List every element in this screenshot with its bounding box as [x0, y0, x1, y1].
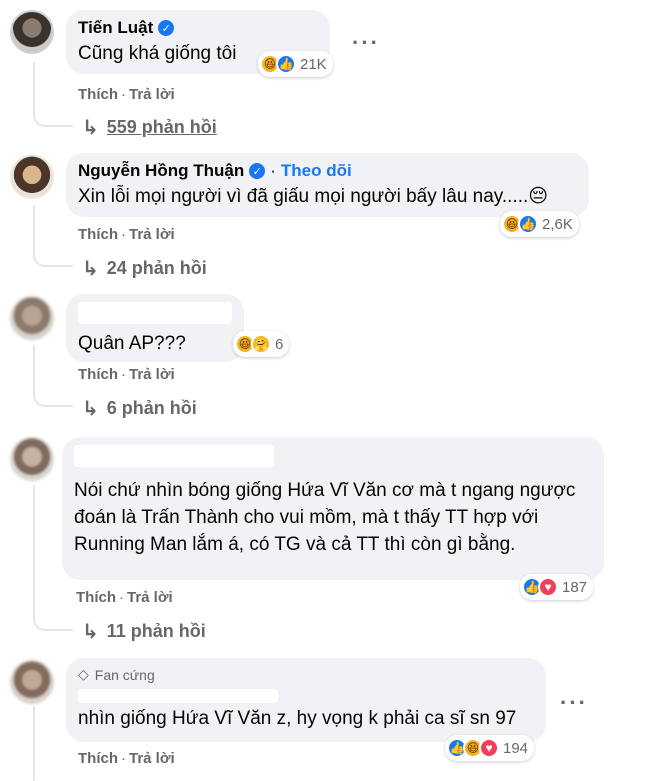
- comment-actions: Thích · Trả lời: [78, 750, 175, 767]
- more-options-icon[interactable]: ···: [560, 690, 588, 716]
- thread-line: [33, 62, 73, 127]
- verified-icon: ✓: [158, 20, 175, 36]
- comment-bubble: ◇ Fan cứng nhìn giống Hứa Vĩ Văn z, hy v…: [66, 658, 546, 742]
- avatar[interactable]: [10, 10, 54, 54]
- comment-text: Nói chứ nhìn bóng giống Hứa Vĩ Văn cơ mà…: [74, 480, 576, 555]
- comment-text: Quân AP???: [78, 333, 186, 354]
- redacted-author: [78, 689, 278, 703]
- replies-count: 24 phản hồi: [106, 258, 207, 278]
- reaction-summary[interactable]: 👍 ♥ 187: [520, 574, 594, 600]
- love-icon: ♥: [479, 738, 499, 758]
- reply-arrow-icon: ↳: [82, 398, 99, 420]
- comment-bubble: Nguyễn Hồng Thuận ✓ · Theo dõi Xin lỗi m…: [66, 153, 589, 217]
- view-replies[interactable]: ↳ 11 phản hồi: [82, 619, 206, 644]
- comment-bubble: Nói chứ nhìn bóng giống Hứa Vĩ Văn cơ mà…: [62, 437, 604, 580]
- comment-author[interactable]: Tiến Luật: [78, 18, 153, 38]
- avatar[interactable]: [10, 437, 54, 481]
- diamond-icon: ◇: [78, 666, 89, 682]
- reply-link[interactable]: Trả lời: [129, 226, 175, 243]
- like-icon: 👍: [276, 54, 296, 74]
- reply-link[interactable]: Trả lời: [127, 589, 173, 606]
- reaction-summary[interactable]: 👍 😆 ♥ 194: [445, 735, 535, 761]
- comment-author[interactable]: Nguyễn Hồng Thuận: [78, 161, 244, 181]
- reply-link[interactable]: Trả lời: [129, 86, 175, 103]
- follow-button[interactable]: Theo dõi: [281, 161, 352, 181]
- comment-text: Xin lỗi mọi người vì đã giấu mọi người b…: [78, 186, 549, 207]
- reaction-summary[interactable]: 😆 👍 21K: [258, 51, 333, 77]
- redacted-author: [74, 445, 274, 467]
- comment-actions: Thích · Trả lời: [76, 589, 173, 606]
- like-link[interactable]: Thích: [78, 226, 118, 243]
- like-icon: 👍: [518, 214, 538, 234]
- thread-line: [33, 706, 35, 781]
- reply-link[interactable]: Trả lời: [129, 366, 175, 383]
- reaction-count: 21K: [300, 55, 327, 73]
- fan-badge: Fan cứng: [94, 666, 155, 683]
- view-replies[interactable]: ↳ 6 phản hồi: [82, 396, 197, 421]
- reaction-count: 6: [275, 335, 284, 353]
- replies-count: 11 phản hồi: [106, 621, 206, 641]
- comment-actions: Thích · Trả lời: [78, 226, 175, 243]
- reply-arrow-icon: ↳: [82, 258, 99, 280]
- more-options-icon[interactable]: ···: [352, 30, 380, 56]
- love-icon: ♥: [538, 577, 558, 597]
- like-link[interactable]: Thích: [78, 750, 118, 767]
- reply-link[interactable]: Trả lời: [129, 750, 175, 767]
- thread-line: [33, 345, 73, 407]
- redacted-author: [78, 302, 232, 324]
- comment-text: nhìn giống Hứa Vĩ Văn z, hy vọng k phải …: [78, 708, 517, 729]
- avatar[interactable]: [10, 660, 54, 704]
- reaction-count: 194: [503, 739, 529, 757]
- view-replies[interactable]: ↳ 559 phản hồi: [82, 115, 217, 140]
- like-link[interactable]: Thích: [76, 589, 116, 606]
- verified-icon: ✓: [249, 163, 266, 179]
- care-icon: 🤗: [251, 334, 271, 354]
- like-link[interactable]: Thích: [78, 86, 118, 103]
- reply-arrow-icon: ↳: [82, 621, 99, 643]
- reply-arrow-icon: ↳: [82, 117, 99, 139]
- like-link[interactable]: Thích: [78, 366, 118, 383]
- comment-actions: Thích · Trả lời: [78, 366, 175, 383]
- reaction-count: 187: [562, 578, 588, 596]
- avatar[interactable]: [10, 296, 54, 340]
- reaction-count: 2,6K: [542, 215, 573, 233]
- replies-count: 6 phản hồi: [106, 398, 197, 418]
- avatar[interactable]: [10, 155, 54, 199]
- view-replies[interactable]: ↳ 24 phản hồi: [82, 256, 207, 281]
- comment-actions: Thích · Trả lời: [78, 86, 175, 103]
- comment-bubble: Quân AP???: [66, 294, 244, 362]
- replies-count: 559 phản hồi: [106, 117, 217, 137]
- reaction-summary[interactable]: 😆 🤗 6: [233, 331, 290, 357]
- thread-line: [33, 205, 73, 267]
- reaction-summary[interactable]: 😆 👍 2,6K: [500, 211, 579, 237]
